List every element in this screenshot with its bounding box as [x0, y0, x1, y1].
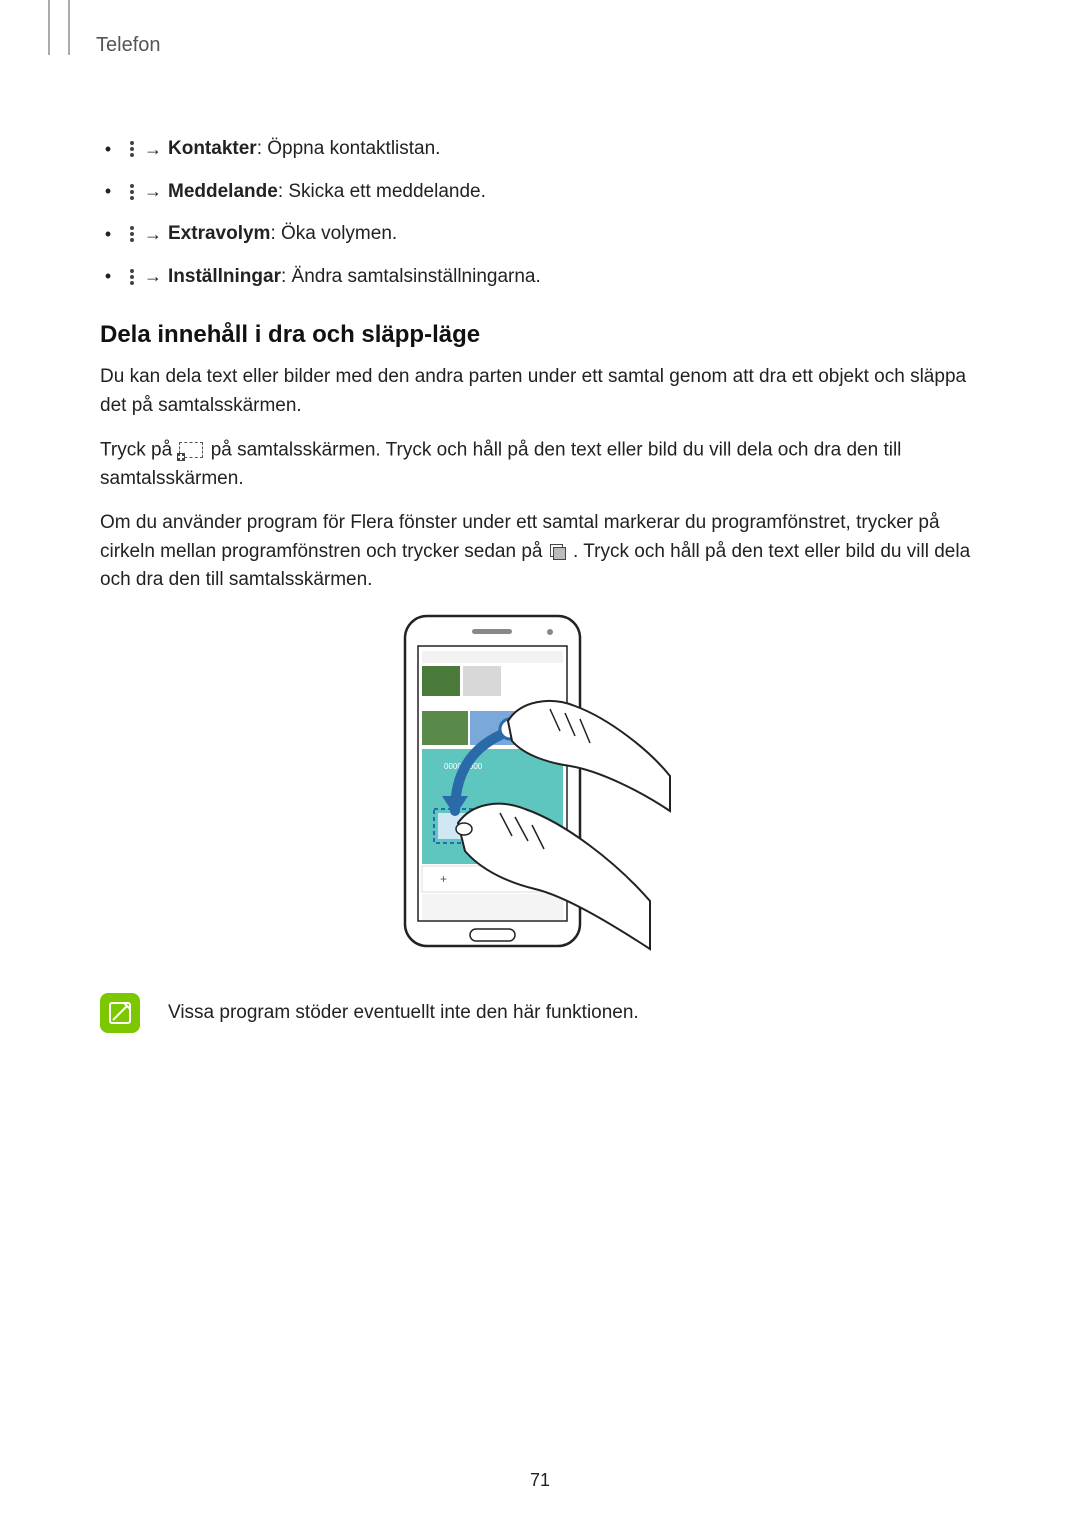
bullet: • — [100, 136, 116, 163]
page-number: 71 — [0, 1470, 1080, 1491]
bullet: • — [100, 221, 116, 248]
arrow-icon: → — [144, 263, 162, 290]
drag-drop-illustration: 0000-0000 + — [400, 611, 680, 961]
paragraph: Du kan dela text eller bilder med den an… — [100, 363, 980, 420]
more-options-icon — [130, 141, 134, 157]
menu-label: Inställningar — [168, 266, 281, 287]
note-block: Vissa program stöder eventuellt inte den… — [100, 991, 980, 1033]
menu-label: Extravolym — [168, 223, 270, 244]
menu-label: Meddelande — [168, 181, 278, 202]
more-options-icon — [130, 184, 134, 200]
manual-page: Telefon • → Kontakter: Öppna kontaktlist… — [0, 0, 1080, 1527]
svg-text:+: + — [440, 872, 447, 886]
menu-desc: : Ändra samtalsinställningarna. — [281, 266, 541, 287]
more-options-icon — [130, 269, 134, 285]
more-options-icon — [130, 226, 134, 242]
bullet: • — [100, 263, 116, 290]
note-icon — [100, 993, 140, 1033]
section-header: Telefon — [96, 34, 161, 57]
bullet: • — [100, 178, 116, 205]
window-switch-icon — [550, 544, 566, 560]
arrow-icon: → — [144, 136, 162, 163]
list-item: • → Inställningar: Ändra samtalsinställn… — [100, 263, 980, 292]
menu-label: Kontakter — [168, 138, 257, 159]
arrow-icon: → — [144, 221, 162, 248]
subheading: Dela innehåll i dra och släpp-läge — [100, 321, 980, 349]
page-content: • → Kontakter: Öppna kontaktlistan. • → … — [100, 135, 980, 1033]
list-item: • → Extravolym: Öka volymen. — [100, 220, 980, 249]
page-tab-marker — [48, 0, 70, 55]
drag-drop-icon — [179, 436, 203, 465]
menu-desc: : Skicka ett meddelande. — [278, 181, 486, 202]
menu-desc: : Öka volymen. — [270, 223, 397, 244]
menu-option-list: • → Kontakter: Öppna kontaktlistan. • → … — [100, 135, 980, 291]
menu-desc: : Öppna kontaktlistan. — [257, 138, 441, 159]
note-text: Vissa program stöder eventuellt inte den… — [168, 991, 639, 1028]
list-item: • → Meddelande: Skicka ett meddelande. — [100, 178, 980, 207]
paragraph: Om du använder program för Flera fönster… — [100, 509, 980, 595]
paragraph: Tryck på på samtalsskärmen. Tryck och hå… — [100, 436, 980, 493]
list-item: • → Kontakter: Öppna kontaktlistan. — [100, 135, 980, 164]
arrow-icon: → — [144, 178, 162, 205]
